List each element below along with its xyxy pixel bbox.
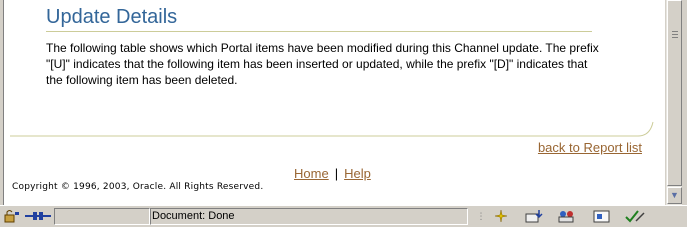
footer-divider: [10, 121, 654, 137]
page-title: Update Details: [46, 6, 178, 28]
mail-download-icon[interactable]: [524, 209, 546, 224]
footer-links: Home | Help: [294, 166, 371, 181]
title-divider: [46, 31, 592, 32]
sparkle-icon[interactable]: [492, 209, 510, 224]
checkmark-pen-icon[interactable]: [624, 209, 646, 224]
scroll-thumb[interactable]: [667, 0, 682, 186]
home-link[interactable]: Home: [294, 166, 329, 181]
description-text: The following table shows which Portal i…: [46, 41, 599, 87]
status-progress-cell: [54, 208, 150, 225]
help-link[interactable]: Help: [344, 166, 371, 181]
scroll-down-button[interactable]: ▼: [667, 187, 682, 204]
lock-icon[interactable]: [3, 209, 21, 224]
window-edge: [682, 0, 687, 227]
left-border: [0, 0, 4, 205]
status-text: Document: Done: [152, 210, 235, 222]
people-icon[interactable]: [556, 209, 578, 224]
page-viewport: Update Details The following table shows…: [0, 0, 665, 205]
connection-icon[interactable]: [24, 209, 52, 224]
grip-icon: [672, 31, 678, 38]
link-separator: |: [334, 166, 339, 181]
copyright-text: Copyright © 1996, 2003, Oracle. All Righ…: [12, 182, 264, 192]
card-icon[interactable]: [592, 209, 612, 224]
vertical-scrollbar[interactable]: ▼: [665, 0, 682, 205]
status-bar: Document: Done ⋮: [0, 205, 687, 227]
back-to-report-list-link[interactable]: back to Report list: [538, 140, 642, 155]
grip-icon: ⋮: [476, 211, 486, 221]
